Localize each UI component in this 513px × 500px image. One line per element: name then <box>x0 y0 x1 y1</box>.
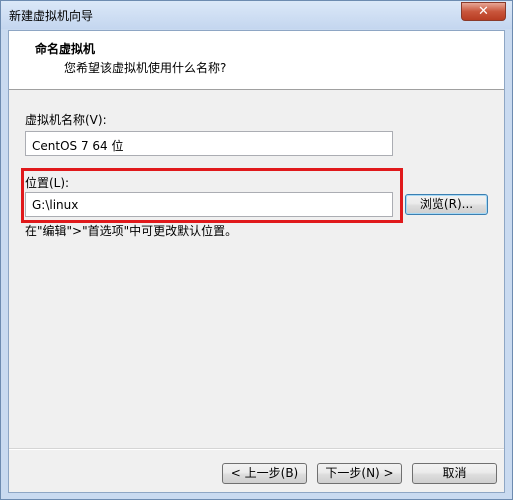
location-input[interactable]: G:\linux <box>25 192 393 217</box>
wizard-window: 新建虚拟机向导 ✕ 命名虚拟机 您希望该虚拟机使用什么名称? 虚拟机名称(V):… <box>0 0 513 500</box>
wizard-header: 命名虚拟机 您希望该虚拟机使用什么名称? <box>9 31 504 90</box>
back-button[interactable]: < 上一步(B) <box>222 463 307 484</box>
vm-name-label: 虚拟机名称(V): <box>25 113 107 127</box>
vm-name-input[interactable]: CentOS 7 64 位 <box>25 131 393 156</box>
wizard-body: 命名虚拟机 您希望该虚拟机使用什么名称? 虚拟机名称(V): CentOS 7 … <box>8 30 505 493</box>
default-location-hint: 在"编辑">"首选项"中可更改默认位置。 <box>25 224 238 238</box>
window-title: 新建虚拟机向导 <box>9 9 94 23</box>
page-subtitle: 您希望该虚拟机使用什么名称? <box>64 61 227 75</box>
location-label: 位置(L): <box>25 176 70 190</box>
footer-separator <box>9 448 504 450</box>
close-icon: ✕ <box>478 4 489 19</box>
close-button[interactable]: ✕ <box>461 2 506 21</box>
cancel-button[interactable]: 取消 <box>412 463 497 484</box>
browse-button[interactable]: 浏览(R)... <box>405 194 488 215</box>
next-button[interactable]: 下一步(N) > <box>317 463 402 484</box>
page-title: 命名虚拟机 <box>35 42 96 56</box>
title-bar[interactable]: 新建虚拟机向导 ✕ <box>1 1 512 29</box>
